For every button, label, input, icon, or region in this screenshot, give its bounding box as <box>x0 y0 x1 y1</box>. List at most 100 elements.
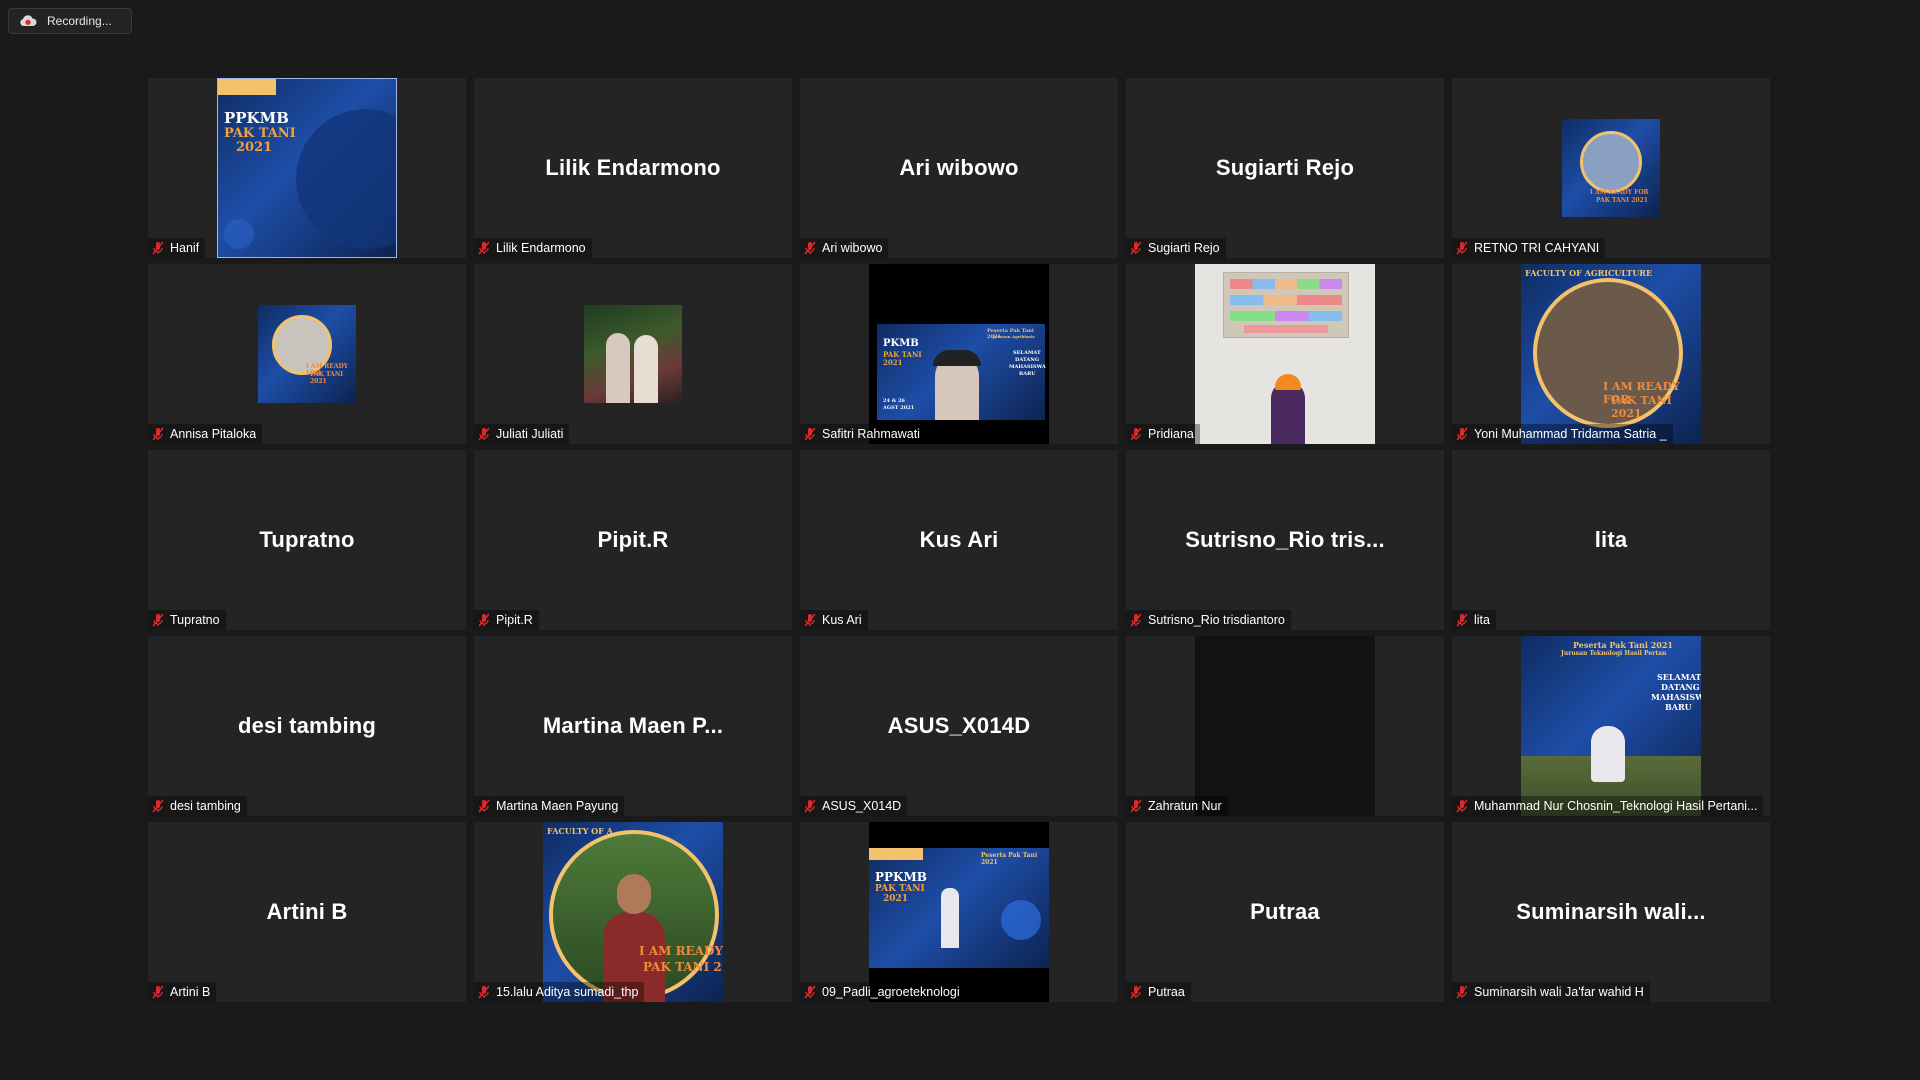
participant-name-bar: Lilik Endarmono <box>474 238 592 258</box>
participant-name: Safitri Rahmawati <box>822 427 920 441</box>
mic-muted-icon <box>1128 612 1144 628</box>
participant-video: PKMB PAK TANI 2021 Peserta Pak Tani 2021… <box>869 264 1049 444</box>
mic-muted-icon <box>1454 240 1470 256</box>
video-text-2: PAK TANI 2021 <box>310 371 344 385</box>
participant-tile[interactable]: Sutrisno_Rio tris... Sutrisno_Rio trisdi… <box>1126 450 1444 630</box>
participant-name: Suminarsih wali Ja'far wahid H <box>1474 985 1644 999</box>
participant-name: Pridiana <box>1148 427 1194 441</box>
participant-tile[interactable]: desi tambing desi tambing <box>148 636 466 816</box>
participant-tile[interactable]: Martina Maen P... Martina Maen Payung <box>474 636 792 816</box>
mic-muted-icon <box>1128 798 1144 814</box>
video-text-6: BARU <box>1665 702 1692 712</box>
participant-name: lita <box>1474 613 1490 627</box>
participant-tile[interactable]: lita lita <box>1452 450 1770 630</box>
video-text-2: PAK TANI 2021 <box>1596 197 1648 204</box>
mic-muted-icon <box>802 798 818 814</box>
mic-muted-icon <box>802 984 818 1000</box>
participant-name-bar: Juliati Juliati <box>474 424 570 444</box>
participant-video: PPKMB PAK TANI 2021 Peserta Pak Tani 202… <box>869 822 1049 1002</box>
participant-tile[interactable]: Ari wibowo Ari wibowo <box>800 78 1118 258</box>
mic-muted-icon <box>1128 426 1144 442</box>
video-text-7: DATANG <box>1015 357 1040 363</box>
participant-tile[interactable]: Peserta Pak Tani 2021 Jurusan Teknologi … <box>1452 636 1770 816</box>
participant-tile[interactable]: Putraa Putraa <box>1126 822 1444 1002</box>
video-text-1: I AM READY FOR <box>1590 189 1649 196</box>
participant-name-bar: lita <box>1452 610 1496 630</box>
participant-name-bar: Muhammad Nur Chosnin_Teknologi Hasil Per… <box>1452 796 1764 816</box>
participant-video: Peserta Pak Tani 2021 Jurusan Teknologi … <box>1521 636 1701 816</box>
participant-display-name: desi tambing <box>237 713 377 738</box>
participant-name-bar: Martina Maen Payung <box>474 796 625 816</box>
video-text-3: 2021 <box>883 358 903 367</box>
participant-tile[interactable]: Kus Ari Kus Ari <box>800 450 1118 630</box>
video-text-1: PPKMB <box>875 870 927 884</box>
video-text-6: SELAMAT <box>1013 350 1041 356</box>
video-frame: PPKMB PAK TANI 2021 Peserta Pak Tani 202… <box>869 848 1049 968</box>
participant-video: I AM READY FOR PAK TANI 2021 <box>1562 119 1660 217</box>
participant-display-name: Tupratno <box>259 527 355 552</box>
participant-display-name: Kus Ari <box>919 527 999 552</box>
video-text-1: Peserta Pak Tani 2021 <box>1573 640 1673 650</box>
participant-display-name: lita <box>1594 527 1628 552</box>
participant-tile[interactable]: Pridiana <box>1126 264 1444 444</box>
participant-tile[interactable]: FACULTY OF A I AM READY PAK TANI 2 15.la… <box>474 822 792 1002</box>
video-text-9: BARU <box>1019 371 1036 377</box>
participant-display-name: Sugiarti Rejo <box>1215 155 1355 180</box>
participant-tile[interactable]: I AM READY FOR PAK TANI 2021 Annisa Pita… <box>148 264 466 444</box>
participant-tile[interactable]: Sugiarti Rejo Sugiarti Rejo <box>1126 78 1444 258</box>
mic-muted-icon <box>1454 426 1470 442</box>
participant-name-bar: Suminarsih wali Ja'far wahid H <box>1452 982 1650 1002</box>
participant-tile[interactable]: Pipit.R Pipit.R <box>474 450 792 630</box>
participant-name: Pipit.R <box>496 613 533 627</box>
video-text-2: PAK TANI <box>875 884 925 894</box>
video-text-2: I AM READY <box>639 944 723 958</box>
participant-tile[interactable]: Lilik Endarmono Lilik Endarmono <box>474 78 792 258</box>
participant-display-name: Pipit.R <box>597 527 669 552</box>
participant-name: desi tambing <box>170 799 241 813</box>
participant-tile[interactable]: Juliati Juliati <box>474 264 792 444</box>
participant-tile[interactable]: PPKMB PAK TANI 2021 Hanif <box>148 78 466 258</box>
participant-name-bar: Sutrisno_Rio trisdiantoro <box>1126 610 1291 630</box>
video-text-8: MAHASISWA <box>1009 364 1046 370</box>
participant-tile[interactable]: Suminarsih wali... Suminarsih wali Ja'fa… <box>1452 822 1770 1002</box>
participant-tile[interactable]: PKMB PAK TANI 2021 Peserta Pak Tani 2021… <box>800 264 1118 444</box>
participant-tile[interactable]: FACULTY OF AGRICULTURE I AM READY FOR PA… <box>1452 264 1770 444</box>
participant-tile[interactable]: Tupratno Tupratno <box>148 450 466 630</box>
participant-tile[interactable]: Artini B Artini B <box>148 822 466 1002</box>
participant-name-bar: Tupratno <box>148 610 226 630</box>
participant-display-name: Lilik Endarmono <box>545 155 721 180</box>
participant-name: Putraa <box>1148 985 1185 999</box>
participant-display-name: ASUS_X014D <box>887 713 1031 738</box>
participant-display-name: Putraa <box>1250 899 1320 924</box>
mic-muted-icon <box>150 984 166 1000</box>
participant-video: FACULTY OF A I AM READY PAK TANI 2 <box>543 822 723 1002</box>
participant-name: Sutrisno_Rio trisdiantoro <box>1148 613 1285 627</box>
participant-name-bar: ASUS_X014D <box>800 796 908 816</box>
participant-name: Artini B <box>170 985 211 999</box>
video-text-2: PAK TANI <box>224 126 296 141</box>
participant-name: Tupratno <box>170 613 220 627</box>
mic-muted-icon <box>1454 612 1470 628</box>
participant-tile[interactable]: PPKMB PAK TANI 2021 Peserta Pak Tani 202… <box>800 822 1118 1002</box>
participant-name-bar: Ari wibowo <box>800 238 889 258</box>
participant-name-bar: Pridiana <box>1126 424 1200 444</box>
video-text-3: SELAMAT <box>1657 672 1701 682</box>
participant-name: Annisa Pitaloka <box>170 427 257 441</box>
mic-muted-icon <box>150 612 166 628</box>
logo-strip <box>218 79 276 95</box>
participant-tile[interactable]: I AM READY FOR PAK TANI 2021 RETNO TRI C… <box>1452 78 1770 258</box>
participant-video <box>1195 636 1375 816</box>
recording-indicator[interactable]: Recording... <box>8 8 132 34</box>
participant-name-bar: desi tambing <box>148 796 247 816</box>
participant-name-bar: 15.lalu Aditya sumadi_thp <box>474 982 645 1002</box>
video-frame: PKMB PAK TANI 2021 Peserta Pak Tani 2021… <box>877 324 1046 420</box>
participant-tile[interactable]: ASUS_X014D ASUS_X014D <box>800 636 1118 816</box>
mic-muted-icon <box>802 240 818 256</box>
mic-muted-icon <box>150 240 166 256</box>
participant-name: 15.lalu Aditya sumadi_thp <box>496 985 639 999</box>
mic-muted-icon <box>150 426 166 442</box>
participant-name: Ari wibowo <box>822 241 883 255</box>
participant-tile[interactable]: Zahratun Nur <box>1126 636 1444 816</box>
participant-video: PPKMB PAK TANI 2021 <box>217 78 397 258</box>
video-text-10: 24 & 26 <box>883 398 905 404</box>
